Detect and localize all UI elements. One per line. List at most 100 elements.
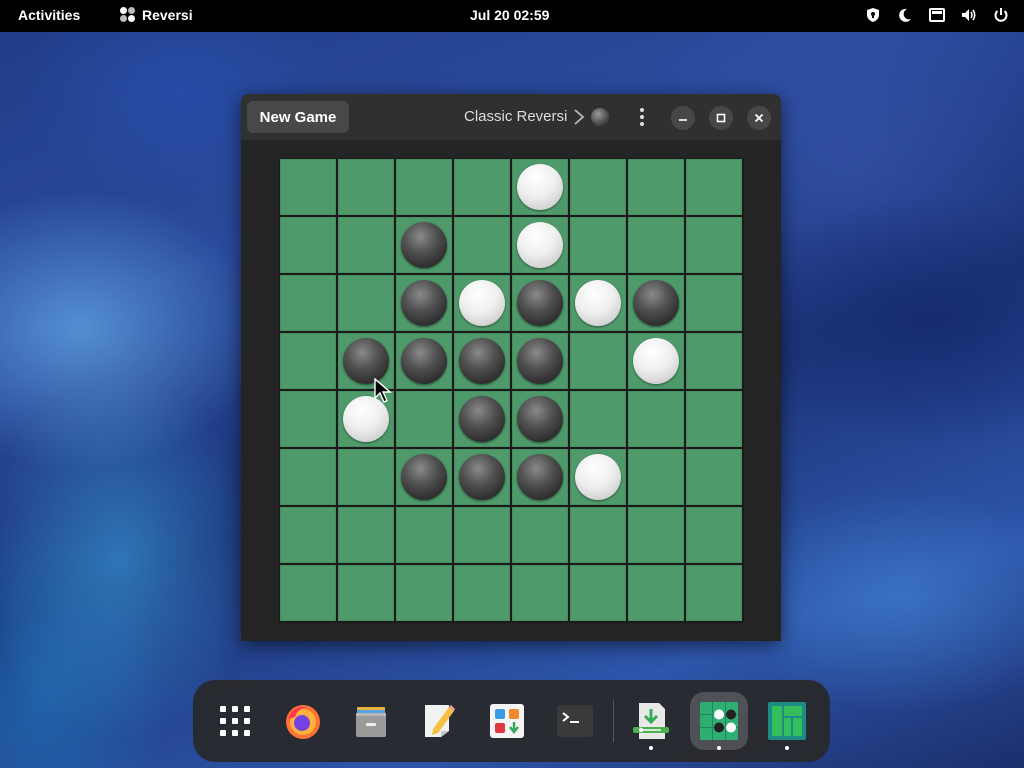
dock-terminal[interactable] — [546, 692, 604, 750]
dock-manjaro[interactable] — [758, 692, 816, 750]
board-cell[interactable] — [396, 507, 452, 563]
dock-show-apps[interactable] — [206, 692, 264, 750]
dock-software-updater[interactable] — [622, 692, 680, 750]
board-cell[interactable] — [396, 275, 452, 331]
board-cell[interactable] — [686, 333, 742, 389]
board-cell[interactable] — [280, 449, 336, 505]
minimize-icon — [679, 119, 687, 121]
black-disc — [517, 338, 563, 384]
board-cell[interactable] — [570, 391, 626, 447]
board-cell[interactable] — [628, 275, 684, 331]
board-cell[interactable] — [396, 565, 452, 621]
board-cell[interactable] — [570, 507, 626, 563]
board-cell[interactable] — [570, 275, 626, 331]
board-cell[interactable] — [512, 159, 568, 215]
board-cell[interactable] — [570, 449, 626, 505]
board-cell[interactable] — [686, 275, 742, 331]
top-bar: Activities Reversi Jul 20 02:59 — [0, 0, 1024, 32]
board-cell[interactable] — [338, 159, 394, 215]
board-cell[interactable] — [512, 449, 568, 505]
white-disc — [575, 280, 621, 326]
volume-icon[interactable] — [960, 6, 978, 24]
board-cell[interactable] — [512, 565, 568, 621]
new-game-button[interactable]: New Game — [247, 101, 349, 133]
board-cell[interactable] — [686, 217, 742, 273]
board-cell[interactable] — [686, 391, 742, 447]
board-cell[interactable] — [686, 449, 742, 505]
board-cell[interactable] — [338, 449, 394, 505]
board-cell[interactable] — [628, 217, 684, 273]
clock[interactable]: Jul 20 02:59 — [470, 7, 549, 23]
dock-files[interactable] — [342, 692, 400, 750]
black-disc — [401, 222, 447, 268]
minimize-button[interactable] — [671, 106, 695, 130]
board-cell[interactable] — [628, 507, 684, 563]
menu-icon[interactable] — [631, 106, 653, 128]
board-cell[interactable] — [512, 333, 568, 389]
system-tray[interactable] — [864, 6, 1010, 24]
board-cell[interactable] — [512, 391, 568, 447]
board-cell[interactable] — [628, 159, 684, 215]
board-cell[interactable] — [338, 217, 394, 273]
dock-software[interactable] — [478, 692, 536, 750]
board-cell[interactable] — [628, 391, 684, 447]
dock-firefox[interactable] — [274, 692, 332, 750]
board-cell[interactable] — [280, 391, 336, 447]
black-disc — [459, 396, 505, 442]
board-cell[interactable] — [512, 275, 568, 331]
board-cell[interactable] — [338, 507, 394, 563]
board-cell[interactable] — [512, 217, 568, 273]
board-cell[interactable] — [512, 507, 568, 563]
dock-reversi[interactable] — [690, 692, 748, 750]
text-editor-icon — [425, 705, 455, 737]
board-cell[interactable] — [454, 449, 510, 505]
reversi-icon — [700, 702, 738, 740]
board-cell[interactable] — [570, 333, 626, 389]
activities-button[interactable]: Activities — [18, 7, 80, 23]
board-cell[interactable] — [570, 565, 626, 621]
board-cell[interactable] — [454, 565, 510, 621]
running-indicator — [649, 746, 653, 750]
board-cell[interactable] — [454, 275, 510, 331]
power-icon[interactable] — [992, 6, 1010, 24]
board-cell[interactable] — [628, 449, 684, 505]
board-cell[interactable] — [280, 565, 336, 621]
app-menu[interactable]: Reversi — [120, 7, 193, 23]
board-cell[interactable] — [686, 565, 742, 621]
board-cell[interactable] — [280, 333, 336, 389]
board-cell[interactable] — [628, 333, 684, 389]
board-cell[interactable] — [454, 391, 510, 447]
board-cell[interactable] — [280, 217, 336, 273]
chevron-right-icon — [574, 109, 585, 125]
board-cell[interactable] — [338, 275, 394, 331]
black-disc — [633, 280, 679, 326]
board-cell[interactable] — [396, 449, 452, 505]
board-cell[interactable] — [570, 217, 626, 273]
maximize-button[interactable] — [709, 106, 733, 130]
night-light-icon[interactable] — [896, 6, 914, 24]
close-button[interactable] — [747, 106, 771, 130]
board-cell[interactable] — [454, 333, 510, 389]
board-cell[interactable] — [454, 217, 510, 273]
shield-icon[interactable] — [864, 6, 882, 24]
white-disc — [517, 222, 563, 268]
board-cell[interactable] — [570, 159, 626, 215]
board-cell[interactable] — [396, 333, 452, 389]
board-cell[interactable] — [396, 217, 452, 273]
manjaro-icon — [768, 702, 806, 740]
board-cell[interactable] — [686, 507, 742, 563]
board-cell[interactable] — [396, 391, 452, 447]
board-cell[interactable] — [338, 565, 394, 621]
board-cell[interactable] — [396, 159, 452, 215]
board-cell[interactable] — [454, 159, 510, 215]
board-cell[interactable] — [280, 275, 336, 331]
network-icon[interactable] — [928, 6, 946, 24]
board-cell[interactable] — [628, 565, 684, 621]
board-cell[interactable] — [686, 159, 742, 215]
board-cell[interactable] — [280, 159, 336, 215]
board-cell[interactable] — [454, 507, 510, 563]
black-disc — [517, 396, 563, 442]
dock-text-editor[interactable] — [410, 692, 468, 750]
running-indicator — [717, 746, 721, 750]
board-cell[interactable] — [280, 507, 336, 563]
